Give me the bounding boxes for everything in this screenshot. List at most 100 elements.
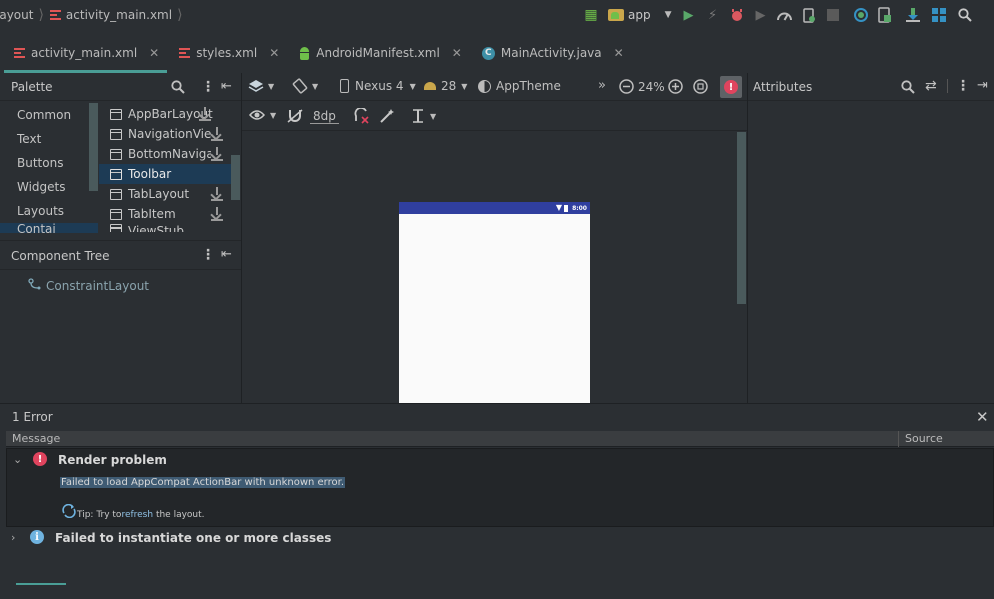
widget-label: NavigationView [128, 127, 211, 141]
error-item-instantiate: › i Failed to instantiate one or more cl… [6, 528, 994, 584]
tab-styles[interactable]: styles.xml ✕ [167, 35, 287, 71]
run-coverage-icon[interactable]: ▶ [752, 6, 770, 24]
issues-button[interactable]: ! [720, 76, 742, 98]
palette-widget-tabitem[interactable]: TabItem [99, 204, 231, 224]
infer-constraints-icon[interactable] [379, 108, 395, 127]
hide-panel-icon[interactable]: ⇤ [221, 247, 232, 262]
error-table-header: Message Source [6, 431, 994, 447]
design-canvas[interactable]: ▼ 8:00 [242, 132, 747, 403]
palette-header: Palette ⋮ ⇤ [0, 73, 241, 101]
palette-widget-toolbar[interactable]: Toolbar [99, 164, 231, 184]
palette-category-widgets[interactable]: Widgets [0, 175, 98, 199]
palette-widget-appbarlayout[interactable]: AppBarLayout [99, 104, 231, 124]
close-tab-icon[interactable]: ✕ [452, 46, 462, 60]
zoom-in-icon[interactable] [668, 79, 683, 97]
component-tree-title: Component Tree [11, 248, 110, 263]
device-preview[interactable]: ▼ 8:00 [399, 202, 590, 403]
toggle-view-icon[interactable]: ⇄ [925, 78, 937, 94]
debug-icon[interactable] [728, 6, 746, 24]
apply-changes-icon[interactable]: ⚡ [704, 6, 722, 24]
palette-widget-navigationview[interactable]: NavigationView [99, 124, 231, 144]
autoconnect-icon[interactable] [287, 108, 303, 127]
search-icon[interactable] [901, 80, 915, 97]
tree-item-constraintlayout[interactable]: ConstraintLayout [28, 278, 149, 294]
close-tab-icon[interactable]: ✕ [614, 46, 624, 60]
search-everywhere-icon[interactable] [956, 6, 974, 24]
breadcrumb-activity-main[interactable]: activity_main.xml [66, 8, 172, 22]
search-icon[interactable] [171, 80, 185, 97]
breadcrumb-layout[interactable]: layout [0, 8, 33, 22]
build-hammer-icon[interactable]: ▦ [582, 6, 600, 24]
download-icon[interactable] [211, 187, 223, 201]
download-icon[interactable] [211, 207, 223, 221]
guidelines-dropdown[interactable]: ▼ [412, 108, 436, 124]
error-detail[interactable]: Failed to load AppCompat ActionBar with … [60, 477, 345, 488]
chevron-down-icon: ▼ [312, 81, 319, 91]
default-margins-button[interactable]: 8dp [310, 109, 339, 124]
run-icon[interactable]: ▶ [680, 6, 698, 24]
palette-widget-tablayout[interactable]: TabLayout [99, 184, 231, 204]
breadcrumb-separator-icon: ⟩ [38, 7, 44, 23]
palette-category-layouts[interactable]: Layouts [0, 199, 98, 223]
canvas-scrollbar[interactable] [737, 132, 746, 304]
close-tab-icon[interactable]: ✕ [269, 46, 279, 60]
sync-gradle-icon[interactable] [852, 6, 870, 24]
close-icon[interactable]: ✕ [976, 408, 989, 426]
run-config-dropdown[interactable]: app ▼ [608, 6, 672, 24]
download-icon[interactable] [211, 127, 223, 141]
error-icon: ! [33, 452, 47, 466]
orientation-dropdown[interactable]: ▼ [292, 78, 318, 94]
refresh-link[interactable]: refresh [121, 510, 153, 520]
tip-suffix: the layout. [153, 510, 205, 520]
hide-panel-icon[interactable]: ⇥ [977, 78, 988, 93]
more-options-icon[interactable]: ⋮ [201, 247, 215, 263]
palette-widgets-scrollbar[interactable] [231, 155, 240, 200]
palette-categories-scrollbar[interactable] [89, 103, 98, 191]
widget-icon [110, 168, 122, 180]
default-margin-value: 8dp [313, 109, 336, 123]
avd-manager-icon[interactable] [876, 6, 894, 24]
download-icon[interactable] [199, 107, 211, 121]
error-title: Render problem [58, 453, 167, 467]
stop-icon[interactable] [824, 6, 842, 24]
column-message[interactable]: Message [12, 432, 60, 445]
palette-category-text[interactable]: Text [0, 127, 98, 151]
attributes-header: Attributes ⇄ ⋮ ⇥ [748, 73, 994, 101]
project-structure-icon[interactable] [930, 6, 948, 24]
api-level-dropdown[interactable]: 28 ▼ [424, 79, 467, 93]
palette-widget-viewstub[interactable]: ViewStub [99, 224, 231, 232]
separator [947, 79, 948, 93]
tab-activity-main[interactable]: activity_main.xml ✕ [0, 35, 168, 73]
attach-debugger-icon[interactable] [800, 6, 818, 24]
device-dropdown[interactable]: Nexus 4 ▼ [340, 79, 416, 93]
error-tip: Tip: Try to refresh the layout. [77, 510, 205, 520]
chevron-down-icon: ▼ [409, 81, 416, 91]
zoom-to-fit-icon[interactable] [693, 79, 708, 97]
hide-panel-icon[interactable]: ⇤ [221, 79, 232, 94]
view-options-dropdown[interactable]: ▼ [249, 109, 276, 121]
palette-widget-bottomnavigation[interactable]: BottomNavigat [99, 144, 231, 164]
chevron-down-icon[interactable]: ⌄ [13, 453, 22, 466]
theme-dropdown[interactable]: AppTheme [478, 79, 561, 93]
tab-main-activity[interactable]: C MainActivity.java ✕ [470, 35, 632, 71]
palette-category-common[interactable]: Common [0, 103, 98, 127]
widget-icon [110, 148, 122, 160]
chevron-right-icon[interactable]: › [11, 531, 15, 544]
widget-icon [110, 108, 122, 120]
column-source[interactable]: Source [905, 432, 943, 445]
more-options-icon[interactable]: ⋮ [201, 79, 215, 95]
more-options-icon[interactable]: ⋮ [956, 78, 970, 94]
palette-category-containers[interactable]: Contai [0, 222, 98, 233]
palette-category-buttons[interactable]: Buttons [0, 151, 98, 175]
toolbar-overflow-icon[interactable]: » [598, 78, 606, 93]
tab-label: MainActivity.java [500, 46, 602, 60]
widget-label: TabLayout [128, 187, 190, 201]
zoom-out-icon[interactable] [619, 79, 634, 97]
close-tab-icon[interactable]: ✕ [149, 46, 159, 60]
sdk-manager-icon[interactable] [904, 6, 922, 24]
design-surface-dropdown[interactable]: ▼ [248, 78, 274, 94]
download-icon[interactable] [211, 147, 223, 161]
profile-icon[interactable] [776, 6, 794, 24]
clear-constraints-icon[interactable] [353, 107, 369, 127]
tab-android-manifest[interactable]: AndroidManifest.xml ✕ [287, 35, 470, 71]
